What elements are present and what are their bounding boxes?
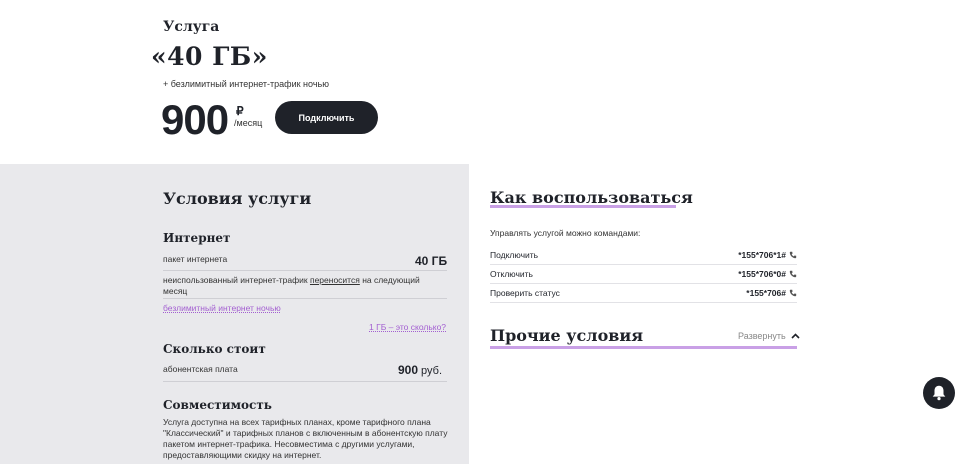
phone-icon [789, 270, 797, 278]
gb-info-link[interactable]: 1 ГБ – это сколько? [369, 322, 446, 332]
compat-section-title: Совместимость [163, 398, 272, 412]
page-title: «40 ГБ» [151, 42, 268, 71]
phone-icon [789, 251, 797, 259]
command-code: *155*706*0# [738, 269, 786, 279]
connect-button[interactable]: Подключить [275, 101, 378, 134]
rollover-text: неиспользованный интернет-трафик перенос… [163, 275, 443, 297]
divider [163, 270, 447, 271]
other-conditions-title: Прочие условия [490, 326, 644, 345]
service-kicker: Услуга [163, 19, 220, 35]
rollover-link[interactable]: переносится [310, 275, 360, 285]
fee-value: 900 [398, 363, 419, 377]
command-label: Проверить статус [490, 288, 560, 298]
command-row-disconnect: Отключить *155*706*0# [490, 265, 797, 284]
command-label: Подключить [490, 250, 539, 260]
bell-icon [932, 385, 946, 401]
conditions-title: Условия услуги [163, 189, 312, 208]
phone-icon [789, 289, 797, 297]
title-underline [490, 205, 676, 208]
divider [163, 298, 447, 299]
price-period: /месяц [234, 118, 263, 128]
notification-bell-button[interactable] [923, 377, 955, 409]
command-row-connect: Подключить *155*706*1# [490, 246, 797, 265]
commands-hint: Управлять услугой можно командами: [490, 228, 641, 238]
fee-amount: 900 руб. [398, 363, 442, 377]
fee-label: абонентская плата [163, 364, 238, 374]
night-unlimited-link[interactable]: безлимитный интернет ночью [163, 303, 281, 313]
command-label: Отключить [490, 269, 533, 279]
expand-label: Развернуть [738, 331, 786, 341]
rollover-text-start: неиспользованный интернет-трафик [163, 275, 310, 285]
compat-text: Услуга доступна на всех тарифных планах,… [163, 417, 448, 460]
internet-section-title: Интернет [163, 231, 231, 245]
section-underline [490, 346, 797, 349]
command-code-button[interactable]: *155*706# [746, 288, 797, 298]
chevron-up-icon [791, 333, 800, 339]
fee-unit: руб. [421, 365, 443, 377]
package-label: пакет интернета [163, 254, 228, 264]
package-value: 40 ГБ [415, 254, 448, 268]
page-subtitle: + безлимитный интернет-трафик ночью [163, 79, 329, 89]
price-currency: ₽ [236, 104, 244, 118]
command-row-status: Проверить статус *155*706# [490, 284, 797, 303]
command-code-button[interactable]: *155*706*0# [738, 269, 797, 279]
expand-button[interactable]: Развернуть [738, 331, 800, 341]
command-code: *155*706# [746, 288, 786, 298]
command-code-button[interactable]: *155*706*1# [738, 250, 797, 260]
command-code: *155*706*1# [738, 250, 786, 260]
cost-section-title: Сколько стоит [163, 342, 266, 356]
price-value: 900 [161, 96, 229, 143]
divider [163, 381, 447, 382]
